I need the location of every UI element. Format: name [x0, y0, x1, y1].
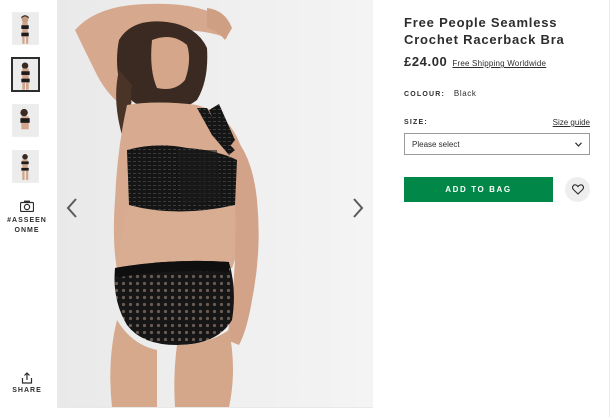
share-icon [21, 372, 33, 384]
share-button[interactable]: SHARE [6, 372, 48, 394]
save-for-later-button[interactable] [565, 177, 590, 202]
image-bottom-divider [57, 407, 373, 408]
camera-icon [20, 200, 34, 212]
product-details: Free People Seamless Crochet Racerback B… [404, 14, 590, 202]
thumbnail-front[interactable] [12, 12, 39, 45]
thumbnail-back[interactable] [11, 57, 40, 92]
thumbnail-strip [11, 12, 42, 196]
share-label: SHARE [12, 387, 42, 394]
product-price: £24.00 [404, 54, 448, 69]
colour-value: Black [453, 89, 477, 98]
colour-row: COLOUR: Black [404, 89, 590, 98]
size-select[interactable]: Please select [404, 133, 590, 155]
size-row: SIZE: Size guide [404, 118, 590, 127]
as-seen-on-me-label: #ASSEENONME [7, 217, 47, 234]
chevron-down-icon [575, 141, 582, 147]
product-main-image [57, 0, 373, 407]
thumbnail-side[interactable] [12, 104, 39, 137]
size-guide-link[interactable]: Size guide [553, 118, 590, 127]
price-row: £24.00 Free Shipping Worldwide [404, 54, 590, 69]
thumbnail-full[interactable] [12, 150, 39, 183]
add-to-bag-row: ADD TO BAG [404, 177, 590, 202]
colour-label: COLOUR: [404, 91, 446, 98]
product-title: Free People Seamless Crochet Racerback B… [404, 15, 565, 47]
heart-icon [571, 184, 584, 195]
size-select-value: Please select [412, 139, 460, 149]
previous-image-button[interactable] [64, 196, 80, 220]
add-to-bag-button[interactable]: ADD TO BAG [404, 177, 553, 202]
free-shipping-link[interactable]: Free Shipping Worldwide [452, 59, 546, 68]
scrollbar-track[interactable] [609, 0, 614, 417]
product-photo [57, 0, 373, 407]
as-seen-on-me-button[interactable]: #ASSEENONME [6, 200, 48, 236]
next-image-button[interactable] [350, 196, 366, 220]
size-label: SIZE: [404, 119, 428, 126]
